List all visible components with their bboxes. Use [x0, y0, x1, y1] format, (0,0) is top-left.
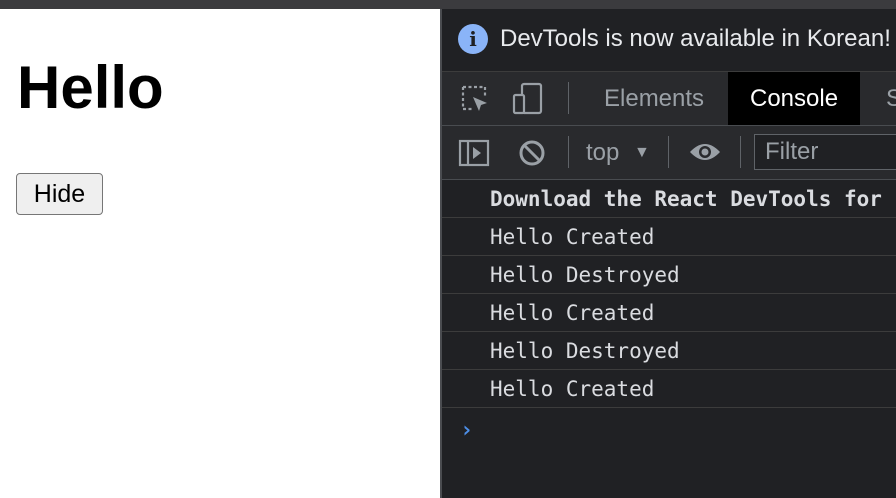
filter-input[interactable]: [754, 134, 896, 170]
console-message: Download the React DevTools for: [442, 180, 896, 218]
toolbar-separator: [740, 136, 741, 168]
devtools-infobar: i DevTools is now available in Korean!: [442, 9, 896, 72]
info-icon: i: [458, 24, 488, 54]
toolbar-separator: [568, 82, 569, 114]
tab-elements[interactable]: Elements: [588, 72, 720, 125]
console-message: Hello Destroyed: [442, 332, 896, 370]
infobar-message: DevTools is now available in Korean!: [500, 25, 891, 52]
web-page: Hello Hide: [0, 9, 440, 498]
window-top-strip: [0, 0, 896, 9]
console-prompt-icon[interactable]: ›: [460, 418, 473, 443]
console-message: Hello Created: [442, 294, 896, 332]
console-toolbar: top ▼: [442, 126, 896, 180]
tab-sources[interactable]: S: [870, 72, 896, 125]
inspect-element-icon[interactable]: [460, 84, 490, 114]
chevron-down-icon[interactable]: ▼: [634, 126, 650, 179]
console-message: Hello Created: [442, 370, 896, 408]
tab-console[interactable]: Console: [728, 72, 861, 125]
console-messages: Download the React DevTools for Hello Cr…: [442, 180, 896, 408]
clear-console-icon[interactable]: [517, 138, 547, 168]
console-message: Hello Created: [442, 218, 896, 256]
context-selector[interactable]: top: [586, 126, 619, 179]
console-message: Hello Destroyed: [442, 256, 896, 294]
device-toolbar-icon[interactable]: [512, 82, 544, 116]
hide-button[interactable]: Hide: [16, 173, 103, 215]
toolbar-separator: [668, 136, 669, 168]
live-expression-icon[interactable]: [688, 140, 722, 164]
devtools-tabbar: Elements Console S: [442, 72, 896, 126]
devtools-panel: i DevTools is now available in Korean! E…: [440, 9, 896, 498]
page-heading: Hello: [17, 54, 164, 121]
sidebar-toggle-icon[interactable]: [458, 138, 490, 168]
toolbar-separator: [568, 136, 569, 168]
